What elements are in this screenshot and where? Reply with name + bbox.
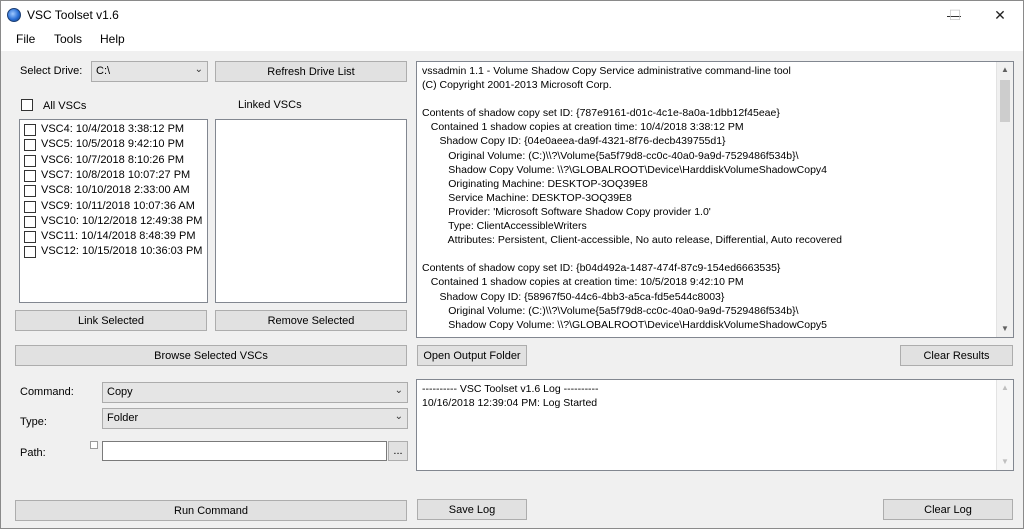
- close-button[interactable]: ✕: [977, 1, 1023, 29]
- vsc-checkbox[interactable]: [24, 169, 36, 182]
- vsc-item-label: VSC6: 10/7/2018 8:10:26 PM: [41, 153, 185, 166]
- log-textarea[interactable]: ---------- VSC Toolset v1.6 Log --------…: [416, 379, 1014, 471]
- vsc-item-label: VSC10: 10/12/2018 12:49:38 PM: [41, 214, 203, 227]
- window-title: VSC Toolset v1.6: [27, 8, 119, 22]
- command-select-value: Copy: [107, 386, 133, 398]
- link-selected-button[interactable]: Link Selected: [15, 310, 207, 331]
- vsc-item-label: VSC8: 10/10/2018 2:33:00 AM: [41, 184, 190, 197]
- output-textarea[interactable]: vssadmin 1.1 - Volume Shadow Copy Servic…: [416, 61, 1014, 338]
- vsc-item-label: VSC4: 10/4/2018 3:38:12 PM: [41, 123, 185, 135]
- vsc-checkbox[interactable]: [24, 154, 36, 167]
- clear-log-button[interactable]: Clear Log: [883, 499, 1013, 520]
- scroll-up-icon[interactable]: ▲: [997, 62, 1013, 78]
- menu-help[interactable]: Help: [100, 32, 125, 46]
- all-vscs-label: All VSCs: [43, 100, 87, 112]
- scroll-up-icon[interactable]: ▲: [997, 380, 1013, 396]
- path-option-checkbox[interactable]: [90, 441, 98, 449]
- type-select[interactable]: Folder ⌄: [102, 408, 408, 429]
- menu-file[interactable]: File: [16, 32, 35, 46]
- output-text: vssadmin 1.1 - Volume Shadow Copy Servic…: [422, 65, 843, 331]
- chevron-down-icon: ⌄: [394, 411, 403, 422]
- path-input[interactable]: [102, 441, 387, 461]
- drive-select-value: C:\: [96, 65, 111, 77]
- all-vscs-checkbox[interactable]: [21, 99, 33, 111]
- command-select[interactable]: Copy ⌄: [102, 382, 408, 403]
- select-drive-label: Select Drive:: [20, 65, 83, 77]
- refresh-drive-list-button[interactable]: Refresh Drive List: [215, 61, 407, 82]
- scroll-thumb[interactable]: [1000, 80, 1010, 122]
- vsc-item-label: VSC12: 10/15/2018 10:36:03 PM: [41, 245, 203, 258]
- vsc-checkbox[interactable]: [24, 124, 36, 136]
- vsc-checkbox[interactable]: [24, 215, 36, 228]
- clear-results-button[interactable]: Clear Results: [900, 345, 1013, 366]
- vsc-item-label: VSC7: 10/8/2018 10:07:27 PM: [41, 168, 191, 181]
- save-log-button[interactable]: Save Log: [417, 499, 527, 520]
- menu-tools[interactable]: Tools: [54, 32, 82, 46]
- title-bar: VSC Toolset v1.6 — ☐ ✕: [1, 1, 1023, 29]
- type-label: Type:: [20, 416, 47, 428]
- command-label: Command:: [20, 386, 74, 398]
- log-text: ---------- VSC Toolset v1.6 Log --------…: [422, 383, 599, 410]
- path-browse-button[interactable]: ...: [388, 441, 408, 461]
- app-window: VSC Toolset v1.6 — ☐ ✕ File Tools Help S…: [0, 0, 1024, 529]
- chevron-down-icon: ⌄: [194, 64, 203, 75]
- chevron-down-icon: ⌄: [394, 385, 403, 396]
- scroll-down-icon[interactable]: ▼: [997, 454, 1013, 470]
- linked-vscs-list[interactable]: [215, 119, 407, 303]
- menu-bar: File Tools Help: [1, 29, 1023, 51]
- vsc-item-label: VSC11: 10/14/2018 8:48:39 PM: [41, 230, 196, 243]
- maximize-button[interactable]: ☐: [932, 1, 978, 29]
- vsc-checkbox[interactable]: [24, 231, 36, 244]
- path-label: Path:: [20, 447, 46, 459]
- drive-select[interactable]: C:\ ⌄: [91, 61, 208, 82]
- vsc-item-label: VSC5: 10/5/2018 9:42:10 PM: [41, 138, 185, 151]
- scroll-down-icon[interactable]: ▼: [997, 321, 1013, 337]
- linked-vscs-label: Linked VSCs: [238, 99, 302, 111]
- vsc-list[interactable]: VSC4: 10/4/2018 3:38:12 PM VSC5: 10/5/201…: [19, 119, 208, 303]
- remove-selected-button[interactable]: Remove Selected: [215, 310, 407, 331]
- vsc-checkbox[interactable]: [24, 200, 36, 213]
- output-scrollbar[interactable]: ▲ ▼: [996, 62, 1013, 337]
- run-command-button[interactable]: Run Command: [15, 500, 407, 521]
- open-output-folder-button[interactable]: Open Output Folder: [417, 345, 527, 366]
- vsc-checkbox[interactable]: [24, 185, 36, 198]
- vsc-checkbox[interactable]: [24, 139, 36, 152]
- browse-selected-vscs-button[interactable]: Browse Selected VSCs: [15, 345, 407, 366]
- type-select-value: Folder: [107, 412, 139, 424]
- log-scrollbar[interactable]: ▲ ▼: [996, 380, 1013, 470]
- vsc-item-label: VSC9: 10/11/2018 10:07:36 AM: [41, 199, 195, 212]
- vsc-checkbox[interactable]: [24, 246, 36, 259]
- app-icon: [7, 8, 21, 22]
